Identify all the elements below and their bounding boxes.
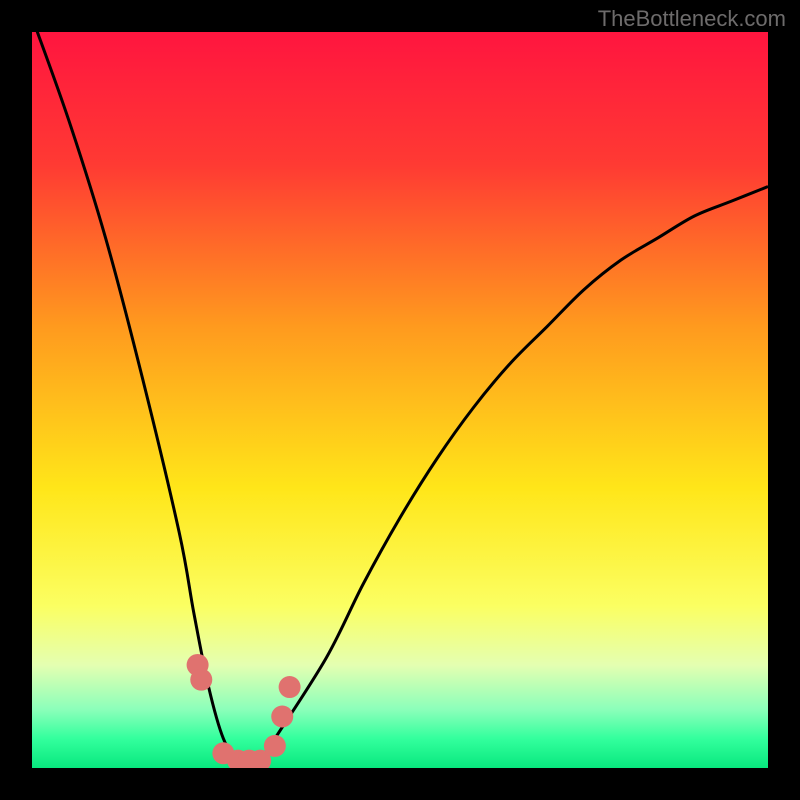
chart-plot-area: [32, 32, 768, 768]
marker-point: [190, 669, 212, 691]
chart-svg: [32, 32, 768, 768]
watermark-text: TheBottleneck.com: [598, 6, 786, 32]
marker-point: [279, 676, 301, 698]
marker-point: [264, 735, 286, 757]
gradient-background: [32, 32, 768, 768]
marker-point: [271, 705, 293, 727]
